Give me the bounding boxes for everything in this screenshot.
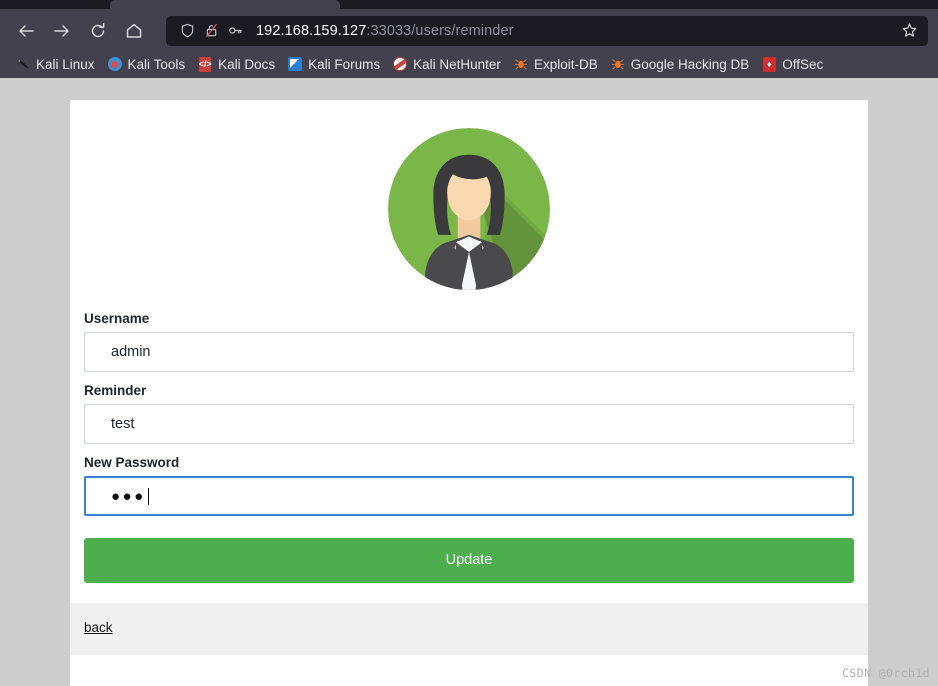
- field-group-reminder: Reminder: [84, 383, 854, 444]
- reminder-input[interactable]: [84, 404, 854, 444]
- text-caret: [147, 487, 150, 505]
- bookmark-exploit-db[interactable]: Exploit-DB: [508, 53, 603, 75]
- watermark: CSDN @0rch1d: [842, 666, 930, 680]
- bookmark-label: Google Hacking DB: [630, 56, 750, 72]
- google-hacking-db-icon: [610, 56, 626, 72]
- reminder-label: Reminder: [84, 383, 147, 398]
- star-icon: [902, 23, 916, 37]
- bookmark-kali-nethunter[interactable]: Kali NetHunter: [387, 53, 506, 75]
- lock-broken-icon[interactable]: [200, 20, 222, 42]
- url-path: :33033/users/reminder: [366, 22, 514, 39]
- home-button[interactable]: [118, 16, 150, 46]
- page-viewport: Username Reminder New Password ●●●: [0, 78, 938, 686]
- home-icon: [126, 23, 142, 38]
- bookmark-kali-linux[interactable]: Kali Linux: [10, 53, 100, 75]
- kali-docs-icon: </>: [197, 56, 213, 72]
- navigation-toolbar: 192.168.159.127:33033/users/reminder: [0, 9, 938, 52]
- bookmark-offsec[interactable]: ♦ OffSec: [756, 53, 828, 75]
- bookmark-label: OffSec: [782, 56, 824, 72]
- forward-button[interactable]: [46, 16, 78, 46]
- bookmarks-toolbar: Kali Linux Kali Tools </> Kali Docs Kali…: [0, 52, 938, 78]
- bookmark-label: Kali NetHunter: [413, 56, 501, 72]
- bookmark-label: Kali Forums: [308, 56, 381, 72]
- field-group-username: Username: [84, 311, 854, 372]
- forward-arrow-icon: [54, 24, 69, 37]
- new-password-label: New Password: [84, 455, 180, 470]
- back-arrow-icon: [19, 24, 34, 37]
- bookmark-kali-docs[interactable]: </> Kali Docs: [192, 53, 280, 75]
- exploit-db-icon: [513, 56, 529, 72]
- new-password-input[interactable]: ●●●: [84, 476, 854, 516]
- back-button[interactable]: [10, 16, 42, 46]
- bookmark-label: Kali Docs: [218, 56, 276, 72]
- bookmark-label: Kali Tools: [127, 56, 186, 72]
- url-text[interactable]: 192.168.159.127:33033/users/reminder: [248, 23, 896, 39]
- password-masked-value: ●●●: [111, 487, 146, 505]
- bookmark-star-button[interactable]: [896, 18, 922, 44]
- back-link[interactable]: back: [84, 620, 113, 635]
- bookmark-kali-forums[interactable]: Kali Forums: [282, 53, 385, 75]
- browser-tab[interactable]: [110, 0, 340, 9]
- tab-strip: [0, 0, 938, 9]
- reminder-card: Username Reminder New Password ●●●: [70, 100, 868, 686]
- shield-icon[interactable]: [176, 20, 198, 42]
- bookmark-kali-tools[interactable]: Kali Tools: [102, 53, 191, 75]
- offsec-icon: ♦: [761, 56, 777, 72]
- avatar-container: [84, 120, 854, 300]
- username-input[interactable]: [84, 332, 854, 372]
- url-host: 192.168.159.127: [256, 22, 367, 39]
- card-body: Username Reminder New Password ●●●: [70, 100, 868, 603]
- username-label: Username: [84, 311, 150, 326]
- key-icon[interactable]: [224, 20, 246, 42]
- update-button[interactable]: Update: [84, 538, 854, 583]
- kali-forums-icon: [287, 56, 303, 72]
- bookmark-label: Exploit-DB: [533, 56, 598, 72]
- address-bar[interactable]: 192.168.159.127:33033/users/reminder: [166, 15, 928, 46]
- bookmark-label: Kali Linux: [36, 56, 95, 72]
- reload-button[interactable]: [82, 16, 114, 46]
- kali-nethunter-icon: [392, 56, 408, 72]
- reload-icon: [91, 22, 105, 37]
- field-group-new-password: New Password ●●●: [84, 455, 854, 516]
- browser-window: 192.168.159.127:33033/users/reminder Kal…: [0, 0, 938, 686]
- kali-dragon-icon: [15, 56, 31, 72]
- user-avatar-icon: [388, 128, 550, 290]
- bookmark-google-hacking-db[interactable]: Google Hacking DB: [605, 53, 755, 75]
- kali-tools-icon: [107, 56, 123, 72]
- card-footer: back: [70, 603, 868, 655]
